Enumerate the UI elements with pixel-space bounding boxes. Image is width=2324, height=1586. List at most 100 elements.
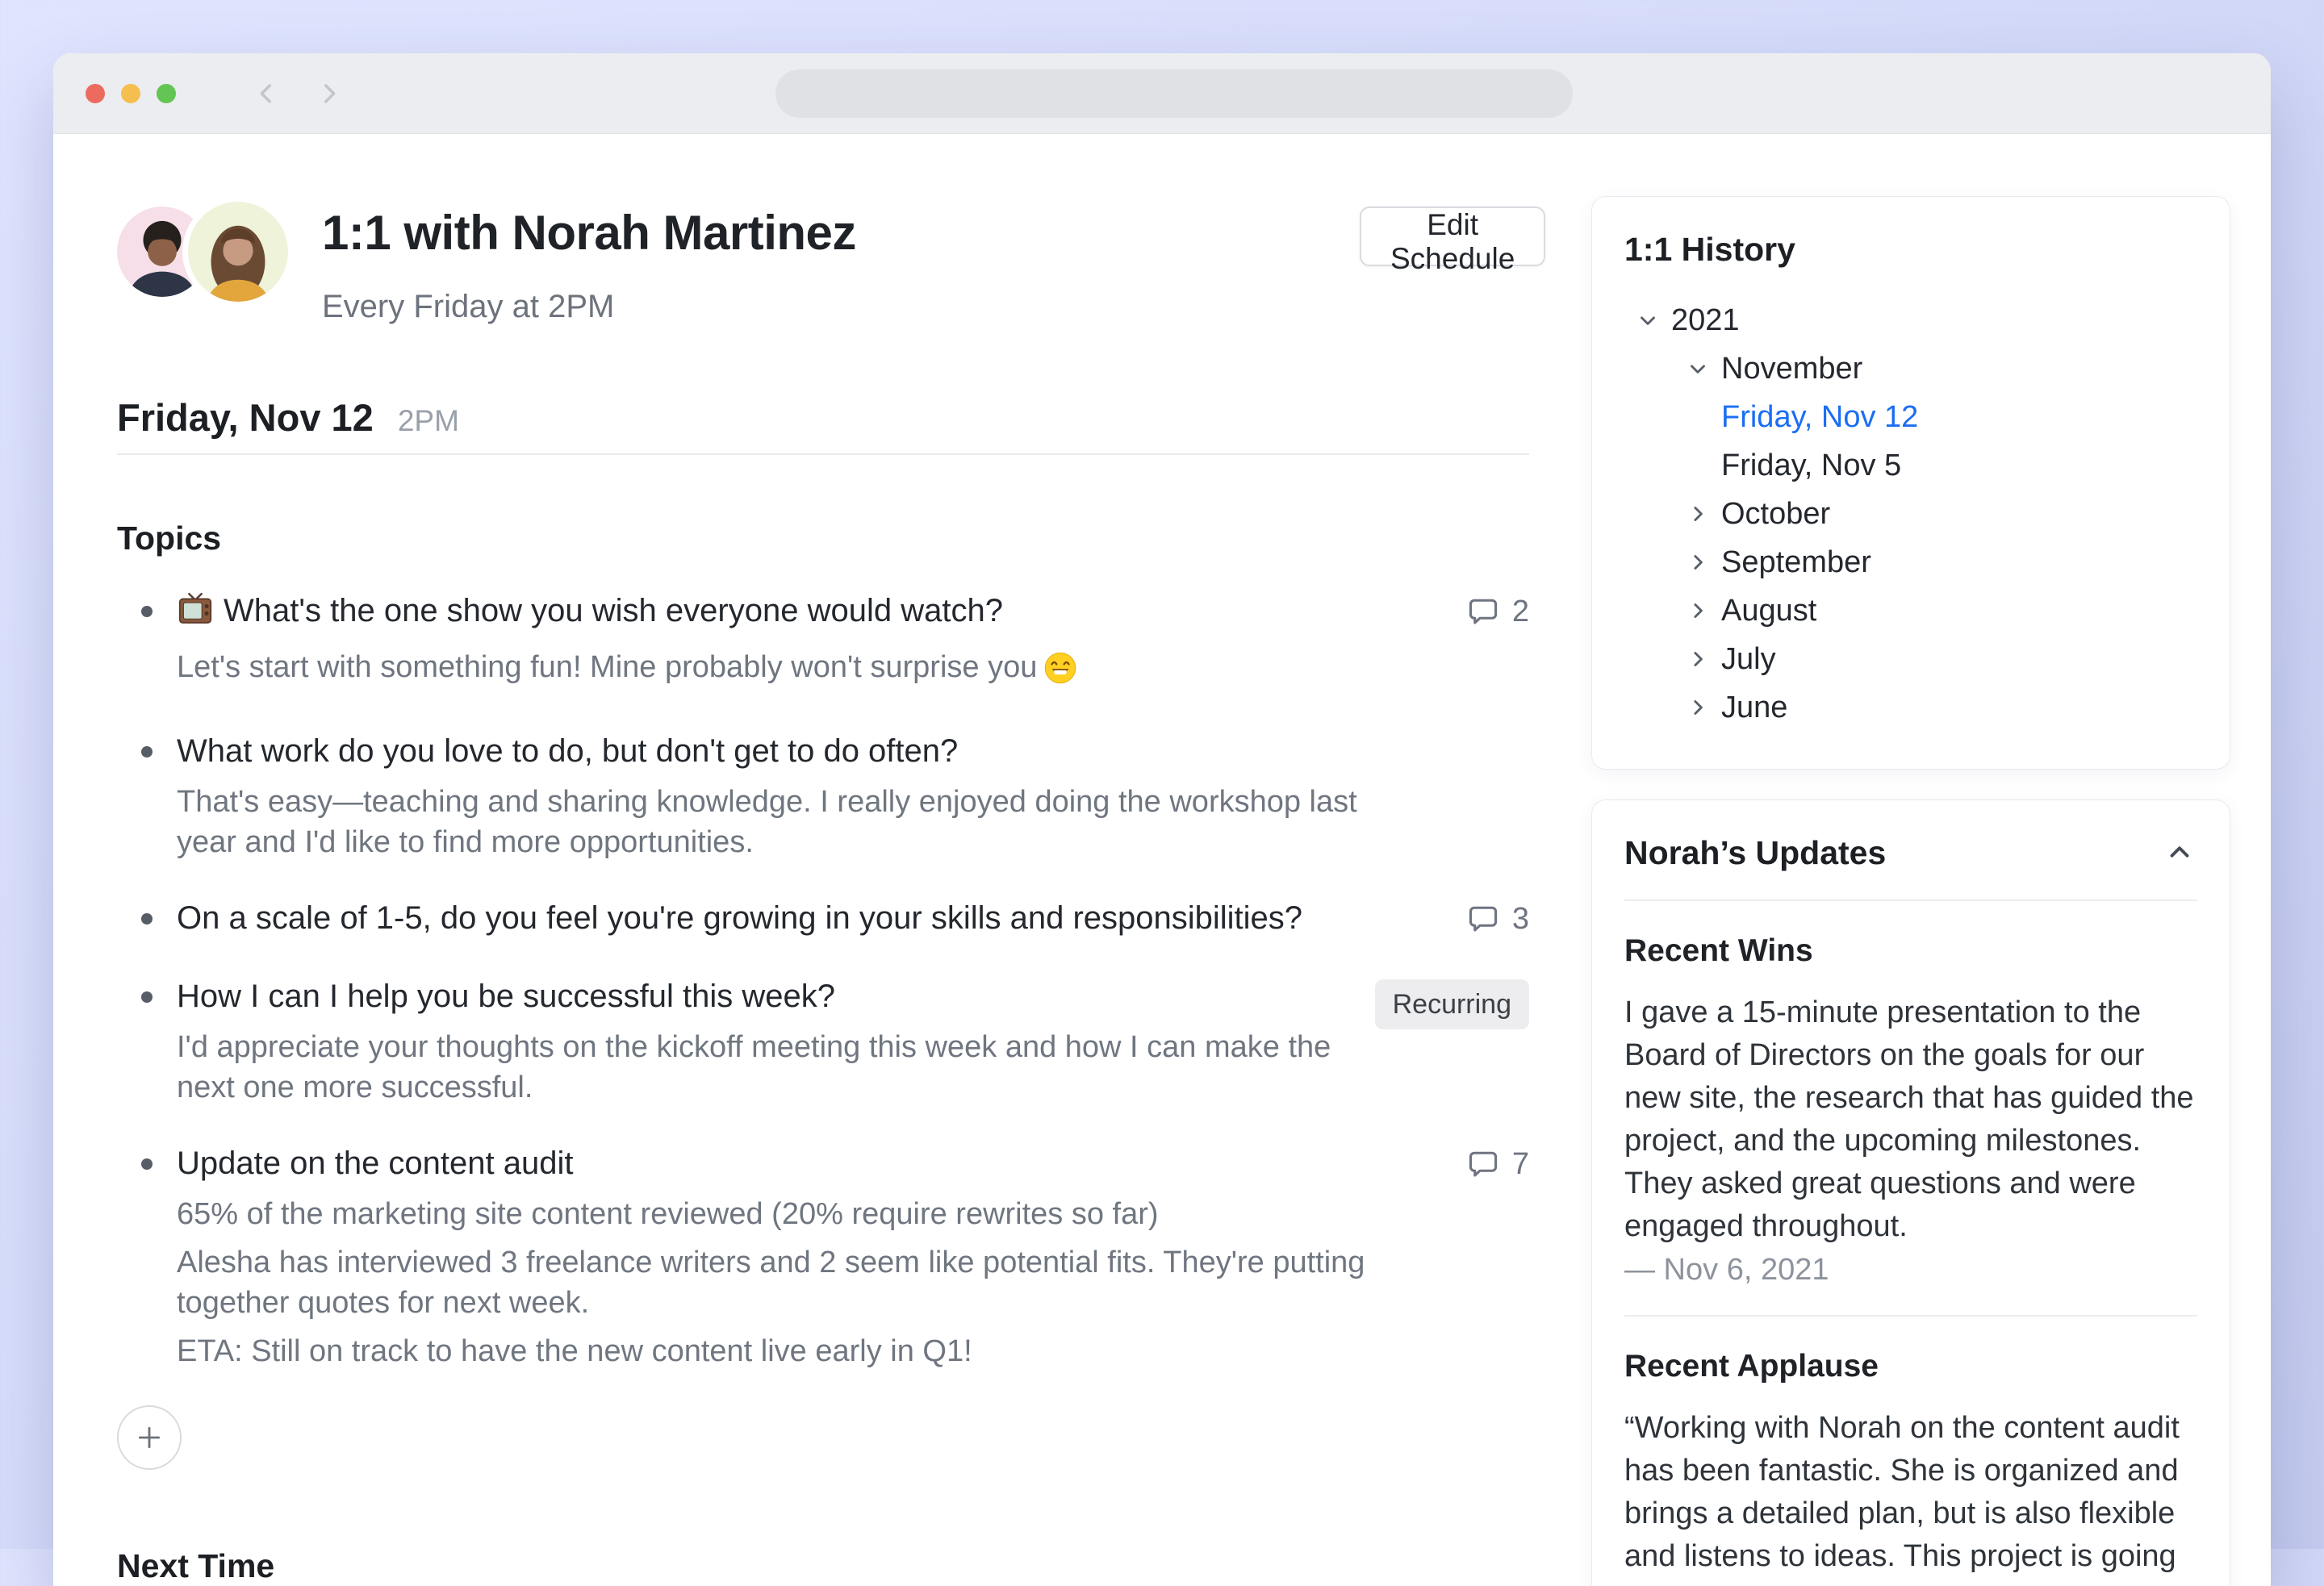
topic-title: What work do you love to do, but don't g… [177, 729, 1355, 774]
history-item-label: July [1721, 642, 1776, 677]
bullet-icon [141, 1158, 153, 1170]
recurring-badge: Recurring [1375, 979, 1529, 1029]
history-item-label: November [1721, 352, 1862, 386]
meeting-date-row: Friday, Nov 12 2PM [117, 395, 459, 440]
comment-count-button[interactable]: 3 [1465, 901, 1529, 937]
history-item-label: June [1721, 691, 1787, 725]
topic-meta: 3 [1392, 896, 1529, 941]
chevron-right-icon[interactable] [1686, 695, 1710, 720]
chevron-down-icon [1686, 357, 1710, 381]
history-item-friday-nov-5[interactable]: Friday, Nov 5 [1624, 441, 2197, 490]
meeting-time: 2PM [398, 404, 459, 438]
app-window: 1:1 with Norah Martinez Every Friday at … [53, 53, 2271, 1586]
topic-meta: Recurring [1375, 975, 1529, 1108]
zoom-window-button[interactable] [157, 84, 176, 103]
history-item-label: August [1721, 594, 1816, 628]
grin-emoji-icon [1043, 651, 1077, 695]
updates-panel-header: Norah’s Updates [1624, 834, 2197, 872]
close-window-button[interactable] [86, 84, 105, 103]
topic-title: On a scale of 1-5, do you feel you're gr… [177, 896, 1355, 941]
chevron-down-icon [1636, 308, 1660, 332]
window-toolbar [53, 53, 2271, 134]
chevron-right-icon [1686, 502, 1710, 526]
chevron-right-icon [1686, 599, 1710, 623]
chevron-right-icon [1686, 550, 1710, 574]
topic-item[interactable]: What work do you love to do, but don't g… [117, 729, 1529, 862]
topic-item[interactable]: How I can I help you be successful this … [117, 975, 1529, 1108]
next-time-heading: Next Time [117, 1547, 1529, 1585]
updates-section: Recent Wins I gave a 15-minute presentati… [1624, 933, 2197, 1288]
history-item-friday-nov-12[interactable]: Friday, Nov 12 [1624, 393, 2197, 441]
comment-count-button[interactable]: 2 [1465, 594, 1529, 629]
history-item-october[interactable]: October [1624, 490, 2197, 538]
updates-section-body: “Working with Norah on the content audit… [1624, 1407, 2197, 1586]
bullet-icon [141, 991, 153, 1003]
back-button[interactable] [252, 79, 281, 108]
history-item-2021[interactable]: 2021 [1624, 296, 2197, 344]
desktop-background: { "colors": { "accent_blue": "#1b6ef3", … [0, 0, 2324, 1549]
forward-button[interactable] [315, 79, 344, 108]
history-item-september[interactable]: September [1624, 538, 2197, 586]
add-topic-button[interactable] [117, 1405, 182, 1470]
topic-note: Alesha has interviewed 3 freelance write… [177, 1242, 1373, 1323]
chevron-right-icon[interactable] [1686, 550, 1710, 574]
chevron-down-icon[interactable] [1686, 357, 1710, 381]
history-item-august[interactable]: August [1624, 586, 2197, 635]
comment-bubble-icon [1465, 901, 1501, 937]
address-bar[interactable] [775, 69, 1573, 118]
updates-section: Recent Applause “Working with Norah on th… [1624, 1349, 2197, 1586]
updates-section-heading: Recent Wins [1624, 933, 2197, 969]
chevron-right-icon[interactable] [1686, 599, 1710, 623]
chevron-right-icon [1686, 695, 1710, 720]
updates-sections: Recent Wins I gave a 15-minute presentati… [1624, 899, 2197, 1586]
topic-title: Update on the content audit [177, 1142, 1355, 1186]
updates-divider [1624, 1315, 2197, 1317]
topic-body: What's the one show you wish everyone wo… [177, 589, 1392, 695]
history-item-label: Friday, Nov 12 [1721, 400, 1918, 435]
updates-section-body: I gave a 15-minute presentation to the B… [1624, 991, 2197, 1248]
updates-panel: Norah’s Updates Recent Wins I gave a 15-m… [1591, 799, 2230, 1586]
topic-meta: 2 [1392, 589, 1529, 695]
history-item-june[interactable]: June [1624, 683, 2197, 732]
history-item-july[interactable]: July [1624, 635, 2197, 683]
topic-meta [1392, 729, 1529, 862]
topic-body: What work do you love to do, but don't g… [177, 729, 1392, 862]
bullet-icon [141, 746, 153, 758]
comment-bubble-icon [1465, 1146, 1501, 1182]
topics-heading: Topics [117, 520, 221, 557]
topic-item[interactable]: Update on the content audit65% of the ma… [117, 1142, 1529, 1371]
participant-avatar-2 [188, 202, 288, 302]
topic-meta: 7 [1392, 1142, 1529, 1371]
updates-section-heading: Recent Applause [1624, 1349, 2197, 1384]
updates-panel-title: Norah’s Updates [1624, 834, 1886, 872]
history-item-label: Friday, Nov 5 [1721, 449, 1901, 483]
meeting-date-heading: Friday, Nov 12 [117, 395, 374, 440]
topic-item[interactable]: On a scale of 1-5, do you feel you're gr… [117, 896, 1529, 941]
updates-divider [1624, 899, 2197, 901]
topic-note: I'd appreciate your thoughts on the kick… [177, 1027, 1356, 1108]
comment-count: 2 [1512, 595, 1529, 629]
chevron-right-icon [1686, 647, 1710, 671]
comment-count-button[interactable]: 7 [1465, 1146, 1529, 1182]
history-item-november[interactable]: November [1624, 344, 2197, 393]
chevron-right-icon[interactable] [1686, 647, 1710, 671]
comment-bubble-icon [1465, 594, 1501, 629]
topic-note: Let's start with something fun! Mine pro… [177, 647, 1373, 695]
updates-section-date: — Nov 6, 2021 [1624, 1253, 2197, 1288]
participant-avatars [117, 202, 295, 303]
history-tree: 2021 November Friday, Nov 12 Friday, Nov 5 O… [1624, 296, 2197, 732]
chevron-up-icon [2164, 837, 2195, 867]
window-controls [86, 84, 176, 103]
topic-item[interactable]: What's the one show you wish everyone wo… [117, 589, 1529, 695]
chevron-right-icon[interactable] [1686, 502, 1710, 526]
history-item-label: September [1721, 545, 1871, 580]
minimize-window-button[interactable] [121, 84, 140, 103]
collapse-panel-button[interactable] [2162, 834, 2197, 870]
history-panel-title: 1:1 History [1624, 231, 2197, 269]
edit-schedule-button[interactable]: Edit Schedule [1360, 207, 1545, 266]
topic-note: That's easy—teaching and sharing knowled… [177, 782, 1373, 862]
section-divider [117, 453, 1529, 455]
chevron-down-icon[interactable] [1636, 308, 1660, 332]
chevron-right-icon [316, 80, 343, 107]
topic-title: What's the one show you wish everyone wo… [177, 589, 1355, 639]
